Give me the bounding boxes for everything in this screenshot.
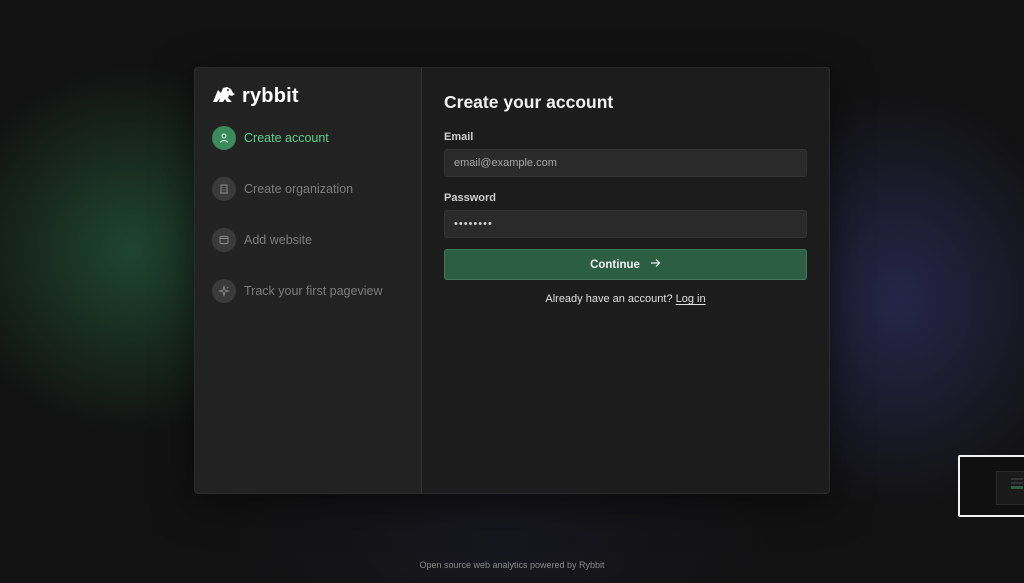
user-icon [212,126,236,150]
thumbnail-button [1011,486,1023,489]
footer-text: Open source web analytics powered by Ryb… [419,560,605,570]
screenshot-thumbnail[interactable] [958,455,1024,517]
step-label: Create account [244,131,329,145]
email-field-group: Email [444,131,807,177]
login-link[interactable]: Log in [676,293,706,305]
step-track-pageview: Track your first pageview [212,279,421,303]
thumbnail-line [1011,482,1023,484]
sparkle-icon [212,279,236,303]
password-field-group: Password [444,192,807,238]
login-prompt: Already have an account? [545,293,673,305]
email-input[interactable] [444,149,807,177]
step-add-website: Add website [212,228,421,252]
arrow-right-icon [650,258,661,271]
brand-logo: rybbit [212,84,421,108]
frog-logo-icon [212,84,236,109]
thumbnail-line [1011,478,1023,480]
step-label: Track your first pageview [244,284,383,298]
password-label: Password [444,192,496,204]
signup-form: Create your account Email Password Conti… [422,68,829,493]
step-label: Create organization [244,182,354,196]
onboarding-card: rybbit Create account Create organizatio… [194,67,830,494]
brand-name: rybbit [242,84,299,107]
steps-sidebar: rybbit Create account Create organizatio… [195,68,422,493]
building-icon [212,177,236,201]
thumbnail-preview [996,471,1024,505]
step-create-organization: Create organization [212,177,421,201]
continue-label: Continue [590,258,640,271]
continue-button[interactable]: Continue [444,249,807,280]
browser-window-icon [212,228,236,252]
step-create-account: Create account [212,126,421,150]
email-label: Email [444,131,474,143]
page-title: Create your account [444,92,614,112]
password-input[interactable] [444,210,807,238]
login-prompt-row: Already have an account? Log in [444,293,807,305]
step-label: Add website [244,233,313,247]
